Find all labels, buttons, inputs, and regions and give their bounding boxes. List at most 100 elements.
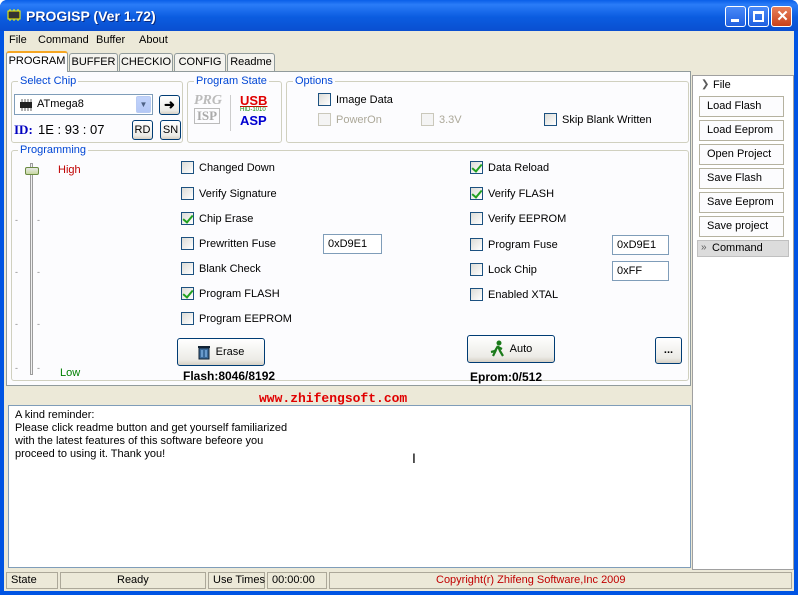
chip-select-value: ATmega8 [37,98,84,110]
checkbox-box [470,288,483,301]
menu-file[interactable]: File [9,34,27,46]
sidebar-button-open-project[interactable]: Open Project [699,144,784,165]
checkbox-label: Verify EEPROM [488,212,567,225]
go-arrow-button[interactable]: ➜ [159,95,180,115]
auto-label: Auto [509,343,533,355]
chip-erase-checkbox[interactable]: Chip Erase [181,212,253,225]
logo-prg: PRG [194,93,222,108]
verify-signature-checkbox[interactable]: Verify Signature [181,187,277,200]
sidebar-button-save-eeprom[interactable]: Save Eeprom [699,192,784,213]
enabled-xtal-checkbox[interactable]: Enabled XTAL [470,288,558,301]
image-data-label: Image Data [336,93,393,106]
speed-low-label: Low [60,367,81,379]
sidebar-button-save-project[interactable]: Save project [699,216,784,237]
tab-buffer[interactable]: BUFFER [69,53,118,71]
title-bar[interactable]: PROGISP (Ver 1.72) ✕ [0,0,798,31]
minimize-button[interactable] [725,6,746,27]
prewritten-fuse-checkbox[interactable]: Prewritten Fuse [181,237,276,250]
command-section-header[interactable]: » Command [697,240,789,257]
blank-check-checkbox[interactable]: Blank Check [181,262,261,275]
image-data-checkbox[interactable]: Image Data [318,93,393,106]
verify-flash-checkbox[interactable]: Verify FLASH [470,187,554,200]
arrow-right-icon: ➜ [164,97,175,112]
sidebar-button-save-flash[interactable]: Save Flash [699,168,784,189]
website-label[interactable]: www.zhifengsoft.com [259,391,407,406]
logo-isp: ISP [194,108,220,124]
text-cursor-icon: I [412,450,416,466]
v33-label: 3.3V [439,113,462,126]
lock-chip-checkbox[interactable]: Lock Chip [470,263,537,276]
program-fuse-field[interactable]: 0xD9E1 [612,235,669,255]
checkbox-label: Enabled XTAL [488,288,559,301]
slider-thumb[interactable] [25,167,39,175]
chip-select[interactable]: ATmega8 ▼ [14,94,153,115]
sidebar-button-load-flash[interactable]: Load Flash [699,96,784,117]
checkbox-box [181,161,194,174]
menu-command[interactable]: Command [38,34,89,46]
status-state-value: Ready [60,572,206,589]
slider-tick: - [37,267,40,277]
checkbox-box [181,262,194,275]
select-chip-title: Select Chip [18,75,79,87]
sn-button[interactable]: SN [160,120,181,140]
v33-checkbox[interactable]: 3.3V [421,113,462,126]
checkbox-label: Verify FLASH [488,187,555,200]
speed-high-label: High [58,164,81,176]
flash-info: Flash:8046/8192 [183,369,276,383]
chip-icon [20,99,32,111]
log-line: with the latest features of this softwar… [15,435,264,447]
command-section-label: Command [712,242,763,254]
menu-bar: File Command Buffer About [4,31,794,50]
checkbox-box [470,161,483,174]
log-text: A kind reminder: Please click readme butt… [9,406,690,464]
program-flash-checkbox[interactable]: Program FLASH [181,287,280,300]
sidebar-button-load-eeprom[interactable]: Load Eeprom [699,120,784,141]
program-panel: Select Chip ATmega8 ▼ ➜ ID: 1E : 93 : 07… [6,71,691,386]
tab-readme[interactable]: Readme [227,53,275,71]
poweron-checkbox[interactable]: PowerOn [318,113,382,126]
slider-tick: - [15,319,18,329]
menu-buffer[interactable]: Buffer [96,34,125,46]
changed-down-checkbox[interactable]: Changed Down [181,161,275,174]
program-eeprom-checkbox[interactable]: Program EEPROM [181,312,292,325]
rd-button[interactable]: RD [132,120,153,140]
slider-tick: - [37,215,40,225]
lock-value-field[interactable]: 0xFF [612,261,669,281]
programming-title: Programming [18,144,89,156]
client-area: File Command Buffer About PROGRAM BUFFER… [4,31,794,591]
tab-checkio[interactable]: CHECKIO [119,53,173,71]
maximize-button[interactable] [748,6,769,27]
id-label: ID: [14,122,33,137]
erase-button[interactable]: Erase [177,338,265,366]
command-sidebar: ❯ File Load Flash Load Eeprom Open Project… [692,75,794,570]
tab-config[interactable]: CONFIG [174,53,226,71]
select-chip-group: Select Chip ATmega8 ▼ ➜ ID: 1E : 93 : 07… [11,75,183,143]
file-section-header[interactable]: ❯ File [693,78,793,95]
chevron-down-icon[interactable]: ▼ [136,96,151,113]
skip-blank-checkbox[interactable]: Skip Blank Written [544,113,652,126]
checkbox-box [544,113,557,126]
log-textarea[interactable]: A kind reminder: Please click readme butt… [8,405,691,568]
status-use-times-value: 00:00:00 [267,572,327,589]
data-reload-checkbox[interactable]: Data Reload [470,161,549,174]
app-chip-icon [7,9,21,21]
poweron-label: PowerOn [336,113,382,126]
eprom-info: Eprom:0/512 [470,370,543,384]
prewritten-fuse-field[interactable]: 0xD9E1 [323,234,382,254]
speed-slider[interactable]: - - - - - - - - [15,163,40,375]
checkbox-box [470,238,483,251]
more-button[interactable]: ... [655,337,682,364]
auto-button[interactable]: Auto [467,335,555,363]
verify-eeprom-checkbox[interactable]: Verify EEPROM [470,212,566,225]
checkbox-label: Chip Erase [199,212,254,225]
close-button[interactable]: ✕ [771,6,792,27]
options-group: Options Image Data PowerOn 3.3V Skip Bla… [286,75,689,143]
checkbox-box [181,312,194,325]
program-fuse-checkbox[interactable]: Program Fuse [470,238,558,251]
menu-about[interactable]: About [139,34,168,46]
tab-program[interactable]: PROGRAM [6,51,68,72]
logo-asp: ASP [240,113,267,128]
checkbox-label: Blank Check [199,262,261,275]
checkbox-box [470,212,483,225]
program-state-title: Program State [194,75,269,87]
